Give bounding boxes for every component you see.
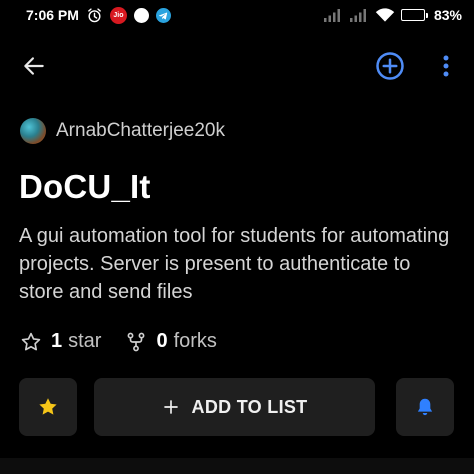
telegram-icon xyxy=(155,7,171,23)
signal-icon xyxy=(349,8,369,22)
repo-title: DoCU_It xyxy=(19,168,151,205)
status-bar: 7:06 PM Jio 83% xyxy=(0,0,474,30)
more-options-button[interactable] xyxy=(432,50,460,82)
add-button[interactable] xyxy=(374,50,406,82)
owner-row[interactable]: ArnabChatterjee20k xyxy=(20,118,225,144)
status-right: 83% xyxy=(323,7,462,23)
repo-description: A gui automation tool for students for a… xyxy=(19,225,450,303)
owner-name[interactable]: ArnabChatterjee20k xyxy=(56,120,225,142)
alarm-icon xyxy=(86,7,103,24)
forks-label: forks xyxy=(173,330,217,352)
notifications-button[interactable] xyxy=(396,378,454,436)
stats-row: 1 star 0 forks xyxy=(20,330,241,353)
stars-stat[interactable]: 1 star xyxy=(20,330,101,353)
bell-icon xyxy=(417,398,433,416)
star-button[interactable] xyxy=(19,378,77,436)
forks-stat[interactable]: 0 forks xyxy=(125,330,217,353)
add-circle-icon xyxy=(376,52,404,80)
star-filled-icon xyxy=(39,398,57,415)
fork-icon xyxy=(128,332,145,351)
battery-icon xyxy=(400,9,428,21)
star-outline-icon xyxy=(21,332,41,350)
add-to-list-label: ADD TO LIST xyxy=(191,396,308,417)
bottom-divider xyxy=(0,458,474,474)
status-time: 7:06 PM xyxy=(26,7,79,23)
avatar[interactable] xyxy=(20,118,46,144)
circle-notification-icon xyxy=(133,7,149,23)
signal-icon xyxy=(323,8,343,22)
back-button[interactable] xyxy=(18,50,50,82)
app-bar xyxy=(0,40,474,90)
action-buttons: ADD TO LIST xyxy=(0,378,474,438)
back-arrow-icon xyxy=(24,57,44,75)
plus-icon xyxy=(163,400,178,414)
status-left: 7:06 PM Jio xyxy=(26,6,171,24)
stars-label: star xyxy=(68,330,102,352)
more-vert-icon xyxy=(443,55,449,77)
jio-icon: Jio xyxy=(109,6,127,24)
battery-percent: 83% xyxy=(433,7,462,23)
wifi-icon xyxy=(375,7,395,23)
stars-count: 1 xyxy=(51,330,63,352)
forks-count: 0 xyxy=(156,330,168,352)
add-to-list-button[interactable]: ADD TO LIST xyxy=(94,378,375,436)
